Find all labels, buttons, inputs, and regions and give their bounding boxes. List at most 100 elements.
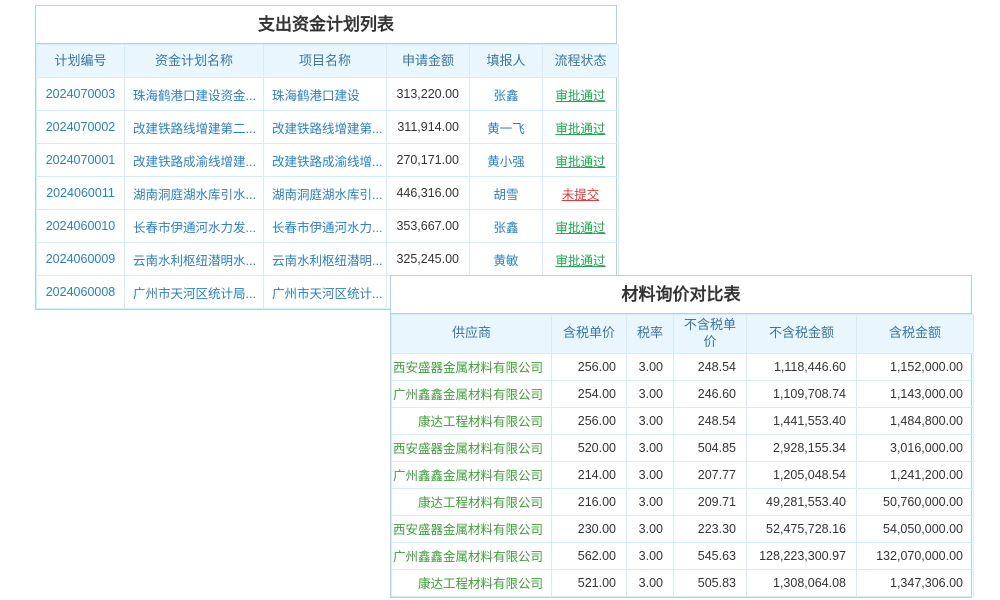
tax-excluded-amount: 1,205,048.54 [747, 461, 857, 488]
plan-id-link[interactable]: 2024070001 [37, 144, 125, 177]
tax-excluded-unit-price: 209.71 [674, 488, 747, 515]
fund-plan-name-link[interactable]: 珠海鹤港口建设资金... [125, 78, 264, 111]
tax-excluded-unit-price: 545.63 [674, 542, 747, 569]
supplier-name: 康达工程材料有限公司 [392, 407, 552, 434]
tax-rate: 3.00 [627, 488, 674, 515]
plan-id-link[interactable]: 2024070002 [37, 111, 125, 144]
tax-excluded-amount: 1,308,064.08 [747, 569, 857, 596]
fund-plan-name-link[interactable]: 云南水利枢纽潜明水... [125, 243, 264, 276]
tax-included-unit-price: 230.00 [552, 515, 627, 542]
table-row: 2024070003珠海鹤港口建设资金...珠海鹤港口建设313,220.00张… [37, 78, 619, 111]
tax-included-amount: 1,152,000.00 [857, 353, 974, 380]
table-row: 广州鑫鑫金属材料有限公司254.003.00246.601,109,708.74… [392, 380, 974, 407]
tax-excluded-unit-price: 248.54 [674, 407, 747, 434]
plan-id-link[interactable]: 2024060008 [37, 276, 125, 309]
table-row: 康达工程材料有限公司521.003.00505.831,308,064.081,… [392, 569, 974, 596]
fund-plan-name-link[interactable]: 改建铁路成渝线增建... [125, 144, 264, 177]
supplier-name: 康达工程材料有限公司 [392, 569, 552, 596]
table-row: 西安盛器金属材料有限公司230.003.00223.3052,475,728.1… [392, 515, 974, 542]
tax-included-amount: 1,143,000.00 [857, 380, 974, 407]
column-header: 不含税单价 [674, 315, 747, 354]
process-status-link[interactable]: 审批通过 [543, 111, 619, 144]
tax-excluded-amount: 52,475,728.16 [747, 515, 857, 542]
fund-plan-name-link[interactable]: 广州市天河区统计局... [125, 276, 264, 309]
tax-included-unit-price: 562.00 [552, 542, 627, 569]
column-header: 项目名称 [264, 45, 387, 78]
tax-included-unit-price: 214.00 [552, 461, 627, 488]
expenditure-fund-plan-table: 计划编号资金计划名称项目名称申请金额填报人流程状态 2024070003珠海鹤港… [36, 44, 619, 309]
tax-included-amount: 1,241,200.00 [857, 461, 974, 488]
tax-included-amount: 3,016,000.00 [857, 434, 974, 461]
process-status-link[interactable]: 审批通过 [543, 144, 619, 177]
column-header: 税率 [627, 315, 674, 354]
column-header: 不含税金额 [747, 315, 857, 354]
supplier-name: 广州鑫鑫金属材料有限公司 [392, 380, 552, 407]
panel-title: 支出资金计划列表 [36, 6, 616, 44]
material-inquiry-comparison-table: 供应商含税单价税率不含税单价不含税金额含税金额 西安盛器金属材料有限公司256.… [391, 314, 974, 597]
apply-amount-value: 446,316.00 [387, 177, 470, 210]
tax-excluded-amount: 1,118,446.60 [747, 353, 857, 380]
tax-rate: 3.00 [627, 407, 674, 434]
column-header: 流程状态 [543, 45, 619, 78]
tax-included-unit-price: 520.00 [552, 434, 627, 461]
filler-name: 黄敏 [470, 243, 543, 276]
apply-amount-value: 313,220.00 [387, 78, 470, 111]
project-name-link[interactable]: 珠海鹤港口建设 [264, 78, 387, 111]
supplier-name: 广州鑫鑫金属材料有限公司 [392, 542, 552, 569]
plan-id-link[interactable]: 2024060011 [37, 177, 125, 210]
column-header: 申请金额 [387, 45, 470, 78]
project-name-link[interactable]: 改建铁路成渝线增... [264, 144, 387, 177]
fund-plan-name-link[interactable]: 长春市伊通河水力发... [125, 210, 264, 243]
table-row: 2024070002改建铁路线增建第二...改建铁路线增建第...311,914… [37, 111, 619, 144]
plan-id-link[interactable]: 2024060009 [37, 243, 125, 276]
supplier-name: 西安盛器金属材料有限公司 [392, 434, 552, 461]
process-status-link[interactable]: 未提交 [543, 177, 619, 210]
plan-id-link[interactable]: 2024060010 [37, 210, 125, 243]
tax-included-unit-price: 254.00 [552, 380, 627, 407]
table-header-row: 供应商含税单价税率不含税单价不含税金额含税金额 [392, 315, 974, 354]
tax-excluded-unit-price: 223.30 [674, 515, 747, 542]
tax-rate: 3.00 [627, 353, 674, 380]
tax-rate: 3.00 [627, 542, 674, 569]
tax-excluded-unit-price: 504.85 [674, 434, 747, 461]
tax-excluded-amount: 2,928,155.34 [747, 434, 857, 461]
column-header: 计划编号 [37, 45, 125, 78]
tax-excluded-unit-price: 248.54 [674, 353, 747, 380]
process-status-link[interactable]: 审批通过 [543, 243, 619, 276]
tax-included-unit-price: 256.00 [552, 353, 627, 380]
table-row: 2024070001改建铁路成渝线增建...改建铁路成渝线增...270,171… [37, 144, 619, 177]
tax-included-amount: 50,760,000.00 [857, 488, 974, 515]
process-status-link[interactable]: 审批通过 [543, 210, 619, 243]
fund-plan-name-link[interactable]: 改建铁路线增建第二... [125, 111, 264, 144]
process-status-link[interactable]: 审批通过 [543, 78, 619, 111]
tax-included-amount: 132,070,000.00 [857, 542, 974, 569]
column-header: 含税金额 [857, 315, 974, 354]
table-row: 广州鑫鑫金属材料有限公司214.003.00207.771,205,048.54… [392, 461, 974, 488]
project-name-link[interactable]: 湖南洞庭湖水库引... [264, 177, 387, 210]
plan-id-link[interactable]: 2024070003 [37, 78, 125, 111]
table-row: 2024060009云南水利枢纽潜明水...云南水利枢纽潜明...325,245… [37, 243, 619, 276]
tax-rate: 3.00 [627, 461, 674, 488]
table-header-row: 计划编号资金计划名称项目名称申请金额填报人流程状态 [37, 45, 619, 78]
supplier-name: 西安盛器金属材料有限公司 [392, 353, 552, 380]
tax-included-unit-price: 216.00 [552, 488, 627, 515]
apply-amount-value: 270,171.00 [387, 144, 470, 177]
project-name-link[interactable]: 长春市伊通河水力... [264, 210, 387, 243]
expenditure-fund-plan-panel: 支出资金计划列表 计划编号资金计划名称项目名称申请金额填报人流程状态 20240… [35, 5, 617, 310]
apply-amount-value: 353,667.00 [387, 210, 470, 243]
tax-rate: 3.00 [627, 569, 674, 596]
column-header: 含税单价 [552, 315, 627, 354]
supplier-name: 西安盛器金属材料有限公司 [392, 515, 552, 542]
material-inquiry-comparison-panel: 材料询价对比表 供应商含税单价税率不含税单价不含税金额含税金额 西安盛器金属材料… [390, 275, 972, 598]
fund-plan-name-link[interactable]: 湖南洞庭湖水库引水... [125, 177, 264, 210]
project-name-link[interactable]: 改建铁路线增建第... [264, 111, 387, 144]
filler-name: 张鑫 [470, 210, 543, 243]
table-row: 康达工程材料有限公司216.003.00209.7149,281,553.405… [392, 488, 974, 515]
table-row: 广州鑫鑫金属材料有限公司562.003.00545.63128,223,300.… [392, 542, 974, 569]
tax-excluded-amount: 128,223,300.97 [747, 542, 857, 569]
tax-included-unit-price: 256.00 [552, 407, 627, 434]
filler-name: 黄小强 [470, 144, 543, 177]
table-row: 康达工程材料有限公司256.003.00248.541,441,553.401,… [392, 407, 974, 434]
project-name-link[interactable]: 云南水利枢纽潜明... [264, 243, 387, 276]
project-name-link[interactable]: 广州市天河区统计... [264, 276, 387, 309]
